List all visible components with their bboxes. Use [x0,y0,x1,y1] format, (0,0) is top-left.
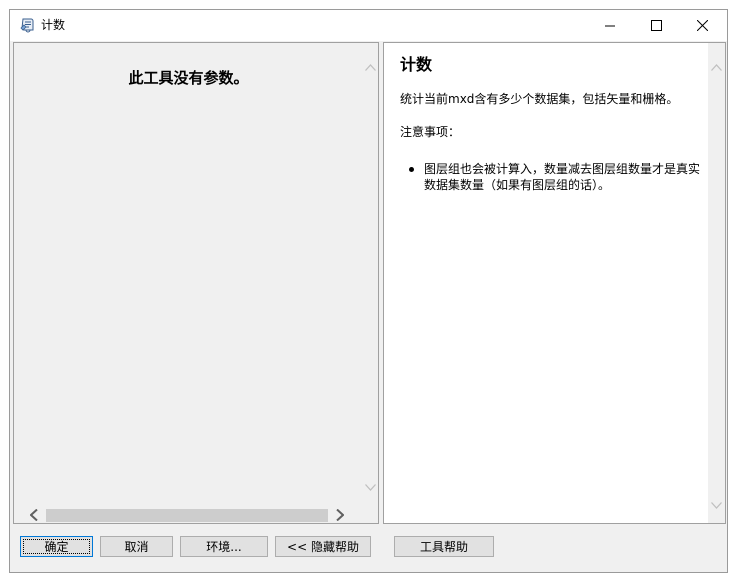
parameters-vertical-scrollbar[interactable] [362,43,378,508]
hide-help-button[interactable]: << 隐藏帮助 [275,536,371,557]
help-pane: 计数 统计当前mxd含有多少个数据集，包括矢量和栅格。 注意事项： 图层组也会被… [383,42,726,524]
scroll-up-icon[interactable] [362,59,378,75]
help-bullet-item: 图层组也会被计算入，数量减去图层组数量才是真实数据集数量（如果有图层组的话）。 [409,161,704,193]
help-description: 统计当前mxd含有多少个数据集，包括矢量和栅格。 [400,92,679,106]
environments-button[interactable]: 环境... [180,536,268,557]
tool-dialog: 计数 此工具没有参数。 计数 统计当前mxd含有多少个数据集，包括矢量和栅格。 … [9,9,728,573]
ok-button[interactable]: 确定 [20,536,93,557]
close-button[interactable] [679,10,725,41]
scroll-down-icon[interactable] [708,497,724,513]
horizontal-scroll-thumb[interactable] [46,509,328,522]
tool-help-button[interactable]: 工具帮助 [394,536,494,557]
maximize-icon [650,20,662,31]
scroll-left-icon[interactable] [26,507,42,523]
scroll-down-icon[interactable] [362,479,378,495]
cancel-button-label: 取消 [124,540,149,554]
hide-help-button-label: << 隐藏帮助 [287,540,359,554]
no-parameters-message: 此工具没有参数。 [128,69,249,87]
bullet-icon [409,167,414,172]
minimize-button[interactable] [587,10,633,41]
environments-button-label: 环境... [206,540,242,554]
focus-rectangle [23,539,90,554]
help-title: 计数 [400,55,433,74]
help-vertical-scrollbar[interactable] [708,43,725,523]
parameters-horizontal-scrollbar[interactable] [14,507,378,523]
button-bar: 确定 取消 环境... << 隐藏帮助 工具帮助 [10,528,727,572]
tool-help-button-label: 工具帮助 [419,540,468,554]
scrollbar-corner [362,507,378,523]
minimize-icon [605,21,615,31]
title-bar[interactable]: 计数 [10,10,727,41]
tool-script-icon [20,17,36,34]
parameters-pane: 此工具没有参数。 [13,42,379,524]
help-bullet-text: 图层组也会被计算入，数量减去图层组数量才是真实数据集数量（如果有图层组的话）。 [424,162,701,192]
close-icon [696,20,708,31]
maximize-button[interactable] [633,10,679,41]
cancel-button[interactable]: 取消 [100,536,173,557]
scroll-right-icon[interactable] [332,507,348,523]
scroll-up-icon[interactable] [708,59,724,75]
help-note-heading: 注意事项： [400,125,461,139]
window-title: 计数 [41,18,66,32]
